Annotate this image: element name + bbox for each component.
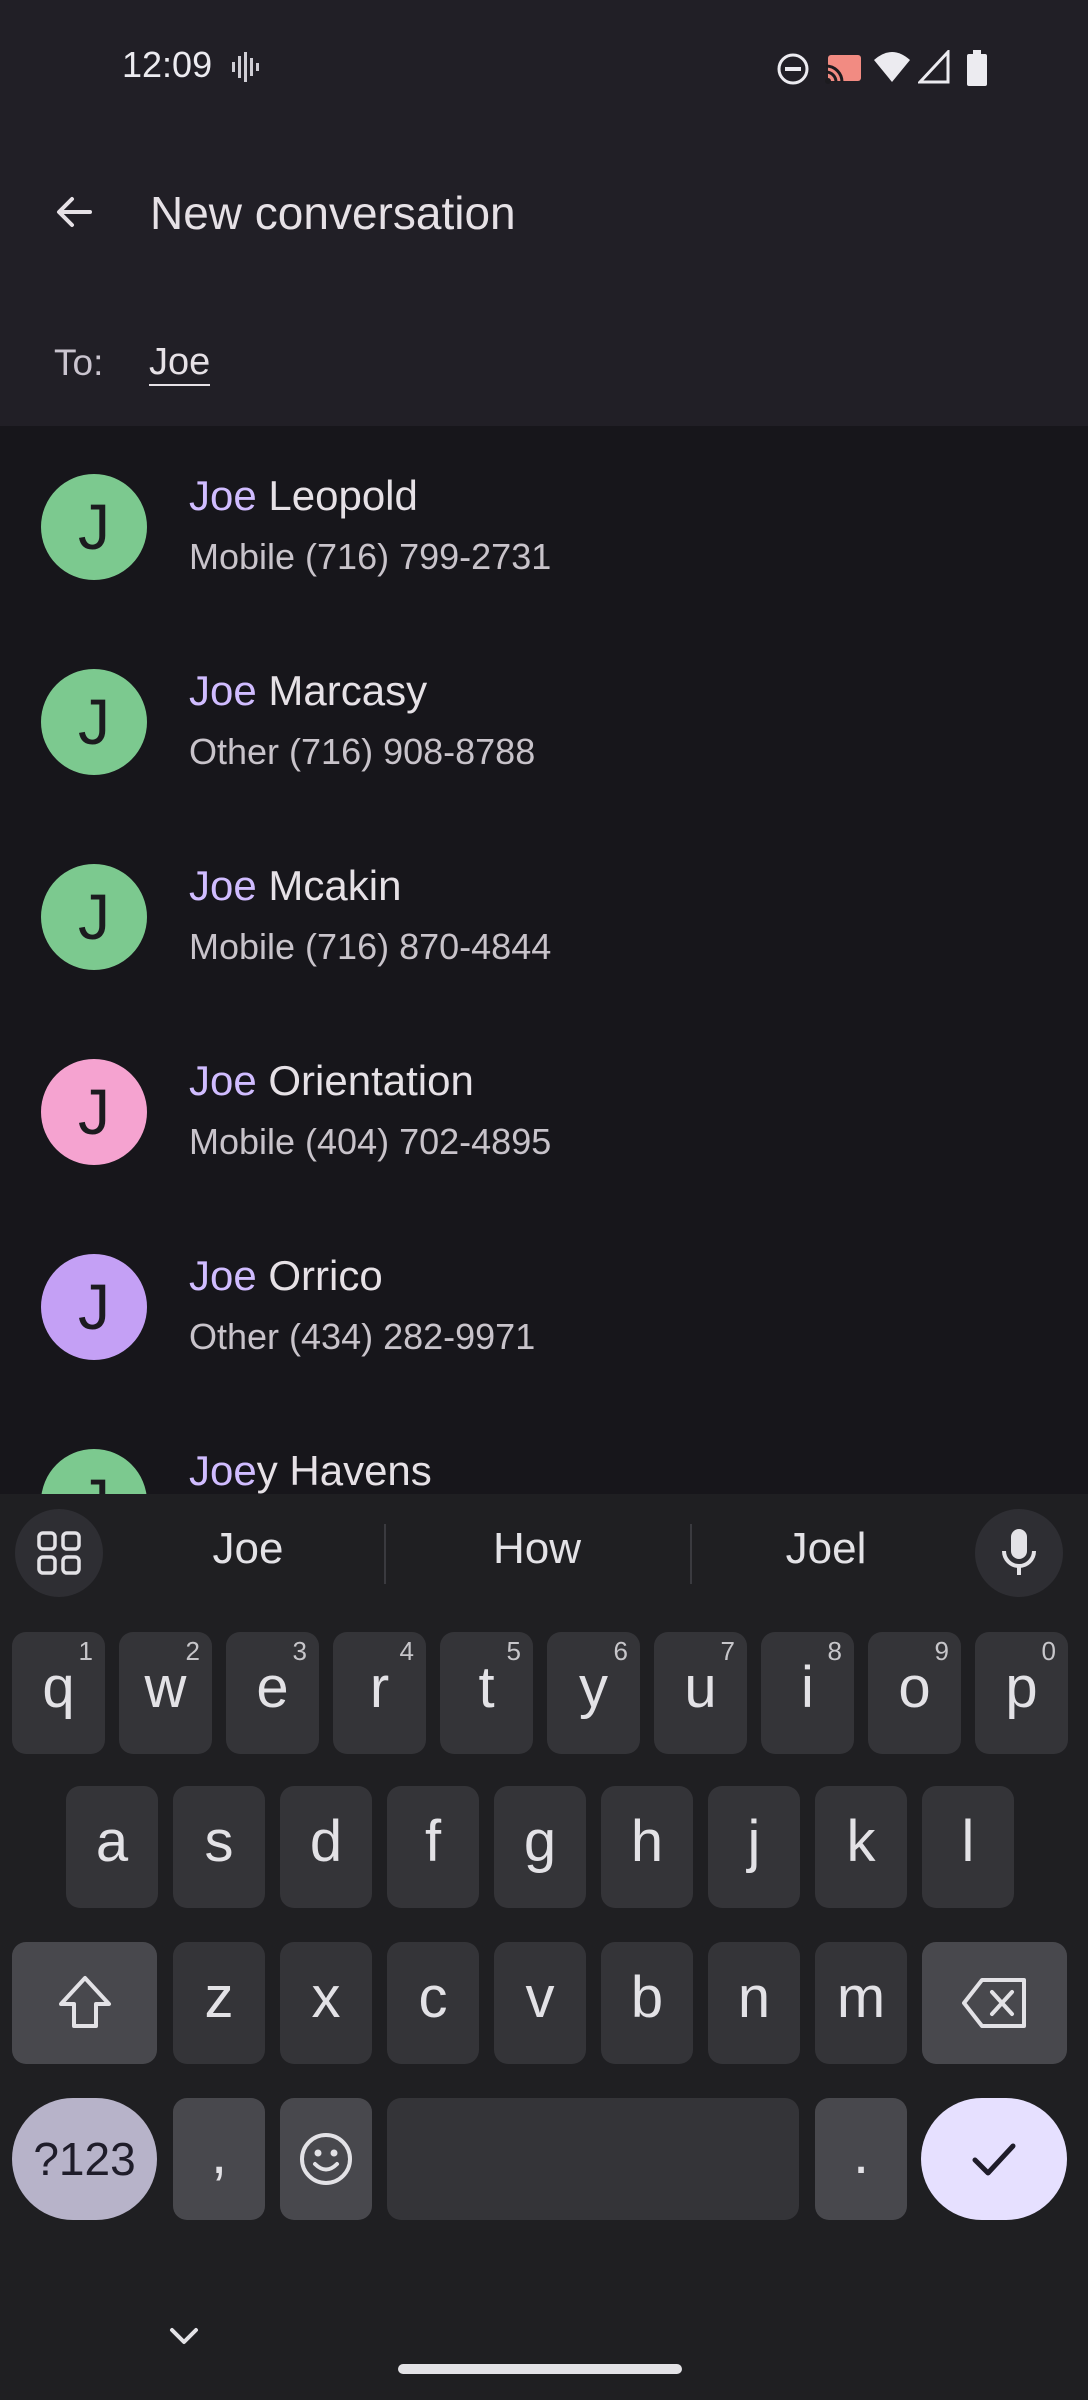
avatar: J <box>41 669 147 775</box>
key-m[interactable]: m <box>815 1942 907 2064</box>
status-bar: 12:09 <box>0 0 1088 130</box>
contact-name: Joe Mcakin <box>189 862 402 909</box>
period-key[interactable]: . <box>815 2098 907 2220</box>
cell-signal-icon <box>918 50 950 84</box>
key-v[interactable]: v <box>494 1942 586 2064</box>
key-c[interactable]: c <box>387 1942 479 2064</box>
key-f[interactable]: f <box>387 1786 479 1908</box>
key-k[interactable]: k <box>815 1786 907 1908</box>
do-not-disturb-icon <box>777 53 809 85</box>
contact-name: Joey Havens <box>189 1447 432 1494</box>
clock: 12:09 <box>122 44 213 85</box>
on-screen-keyboard: Joe How Joel q1 w2 e3 r4 t5 y6 u7 i8 o9 … <box>0 1494 1088 2400</box>
key-s[interactable]: s <box>173 1786 265 1908</box>
key-q[interactable]: q1 <box>12 1632 105 1754</box>
battery-icon <box>967 50 987 86</box>
avatar: J <box>41 474 147 580</box>
contact-item[interactable]: J Joe Marcasy Other (716) 908-8788 <box>0 621 1080 816</box>
app-header: New conversation To: Joe <box>0 130 1088 426</box>
avatar: J <box>41 1059 147 1165</box>
key-g[interactable]: g <box>494 1786 586 1908</box>
hide-keyboard-chevron-icon[interactable] <box>166 2324 202 2348</box>
suggestion-2[interactable]: How <box>437 1524 637 1574</box>
key-i[interactable]: i8 <box>761 1632 854 1754</box>
key-u[interactable]: u7 <box>654 1632 747 1754</box>
backspace-icon <box>962 1978 1026 2028</box>
check-icon <box>972 2143 1016 2176</box>
contact-name: Joe Marcasy <box>189 667 428 714</box>
key-h[interactable]: h <box>601 1786 693 1908</box>
contact-item[interactable]: J Joey Havens <box>0 1401 1080 1494</box>
suggestion-divider <box>690 1524 692 1584</box>
suggestion-1[interactable]: Joe <box>148 1524 348 1574</box>
key-w[interactable]: w2 <box>119 1632 212 1754</box>
suggestion-divider <box>384 1524 386 1584</box>
key-z[interactable]: z <box>173 1942 265 2064</box>
contact-phone: Mobile (716) 870-4844 <box>189 926 552 967</box>
key-y[interactable]: y6 <box>547 1632 640 1754</box>
recipient-input[interactable]: Joe <box>149 340 211 386</box>
page-title: New conversation <box>150 187 516 239</box>
avatar: J <box>41 864 147 970</box>
key-l[interactable]: l <box>922 1786 1014 1908</box>
key-x[interactable]: x <box>280 1942 372 2064</box>
key-o[interactable]: o9 <box>868 1632 961 1754</box>
key-j[interactable]: j <box>708 1786 800 1908</box>
microphone-icon <box>1002 1529 1036 1575</box>
home-indicator[interactable] <box>398 2364 682 2374</box>
done-key[interactable] <box>921 2098 1067 2220</box>
emoji-key[interactable] <box>280 2098 372 2220</box>
key-b[interactable]: b <box>601 1942 693 2064</box>
apps-grid-icon <box>37 1531 81 1575</box>
contact-name: Joe Orientation <box>189 1057 474 1104</box>
contact-phone: Other (716) 908-8788 <box>189 731 536 772</box>
contact-name: Joe Orrico <box>189 1252 383 1299</box>
avatar: J <box>41 1254 147 1360</box>
contact-phone: Mobile (404) 702-4895 <box>189 1121 552 1162</box>
voice-input-button[interactable] <box>975 1509 1063 1597</box>
contact-phone: Mobile (716) 799-2731 <box>189 536 552 577</box>
key-e[interactable]: e3 <box>226 1632 319 1754</box>
emoji-icon <box>300 2133 352 2185</box>
contact-item[interactable]: J Joe Orrico Other (434) 282-9971 <box>0 1206 1080 1401</box>
key-t[interactable]: t5 <box>440 1632 533 1754</box>
keyboard-menu-button[interactable] <box>15 1509 103 1597</box>
cast-icon <box>825 55 861 84</box>
symbols-key[interactable]: ?123 <box>12 2098 157 2220</box>
key-r[interactable]: r4 <box>333 1632 426 1754</box>
contact-item[interactable]: J Joe Mcakin Mobile (716) 870-4844 <box>0 816 1080 1011</box>
shift-icon <box>59 1976 111 2028</box>
backspace-key[interactable] <box>922 1942 1067 2064</box>
back-arrow-icon[interactable] <box>50 188 98 236</box>
space-key[interactable] <box>387 2098 799 2220</box>
wifi-icon <box>874 52 910 82</box>
contact-item[interactable]: J Joe Orientation Mobile (404) 702-4895 <box>0 1011 1080 1206</box>
key-n[interactable]: n <box>708 1942 800 2064</box>
comma-key[interactable]: , <box>173 2098 265 2220</box>
contact-item[interactable]: J Joe Leopold Mobile (716) 799-2731 <box>0 426 1080 621</box>
contact-phone: Other (434) 282-9971 <box>189 1316 536 1357</box>
shift-key[interactable] <box>12 1942 157 2064</box>
avatar: J <box>41 1449 147 1494</box>
key-p[interactable]: p0 <box>975 1632 1068 1754</box>
contact-name: Joe Leopold <box>189 472 418 519</box>
key-a[interactable]: a <box>66 1786 158 1908</box>
suggestion-3[interactable]: Joel <box>726 1524 926 1574</box>
to-label: To: <box>54 342 104 383</box>
key-d[interactable]: d <box>280 1786 372 1908</box>
contact-list: J Joe Leopold Mobile (716) 799-2731 J Jo… <box>0 426 1080 1494</box>
voice-activity-icon <box>232 52 259 82</box>
